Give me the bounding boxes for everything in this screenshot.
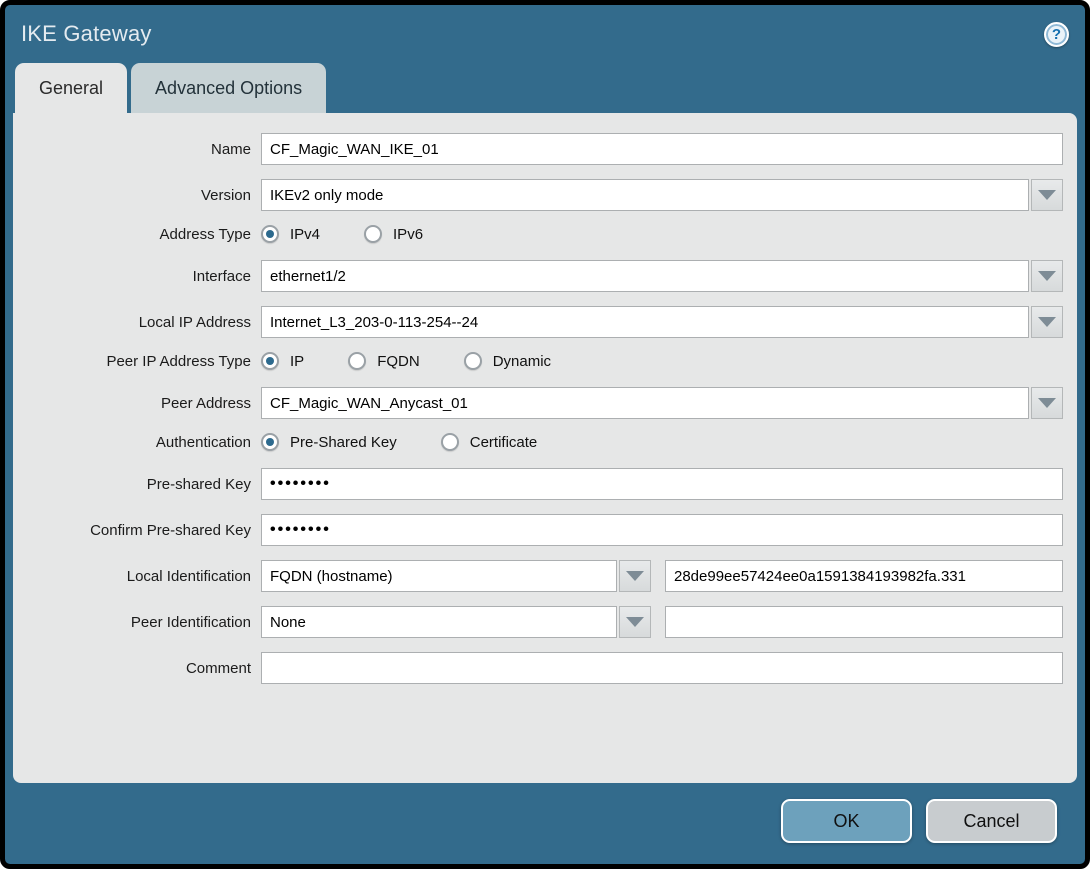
tab-bar: General Advanced Options — [5, 63, 1085, 113]
row-peer-identification: Peer Identification — [13, 606, 1063, 638]
local-identification-value-input[interactable] — [665, 560, 1063, 592]
cancel-button[interactable]: Cancel — [926, 799, 1057, 843]
radio-fqdn[interactable]: FQDN — [348, 352, 420, 370]
version-dropdown-button[interactable] — [1031, 179, 1063, 211]
radio-button-icon — [261, 433, 279, 451]
radio-button-icon — [440, 433, 459, 451]
row-peer-address: Peer Address — [13, 387, 1063, 419]
row-local-ip-address: Local IP Address — [13, 306, 1063, 338]
local-identification-dropdown-button[interactable] — [619, 560, 651, 592]
pre-shared-key-label: Pre-shared Key — [146, 475, 251, 493]
radio-ipv4[interactable]: IPv4 — [261, 225, 320, 243]
dialog-titlebar: IKE Gateway ? — [5, 5, 1085, 63]
ike-gateway-dialog: IKE Gateway ? General Advanced Options N… — [0, 0, 1090, 869]
chevron-down-icon — [626, 617, 644, 627]
radio-button-icon — [261, 352, 279, 370]
authentication-label: Authentication — [155, 433, 251, 451]
comment-label: Comment — [185, 659, 251, 677]
ok-button[interactable]: OK — [781, 799, 912, 843]
address-type-label: Address Type — [159, 225, 251, 243]
local-ip-address-select[interactable] — [261, 306, 1029, 338]
radio-ipv6[interactable]: IPv6 — [364, 225, 423, 243]
radio-certificate[interactable]: Certificate — [440, 433, 538, 451]
radio-ipv4-label: IPv4 — [290, 225, 321, 243]
peer-address-label: Peer Address — [160, 394, 251, 412]
row-confirm-pre-shared-key: Confirm Pre-shared Key — [13, 514, 1063, 546]
interface-select[interactable] — [261, 260, 1029, 292]
peer-address-select[interactable] — [261, 387, 1029, 419]
row-name: Name — [13, 133, 1063, 165]
radio-fqdn-label: FQDN — [377, 352, 420, 370]
radio-pre-shared-key-label: Pre-Shared Key — [290, 433, 397, 451]
confirm-pre-shared-key-input[interactable] — [261, 514, 1063, 546]
name-input[interactable] — [261, 133, 1063, 165]
row-comment: Comment — [13, 652, 1063, 684]
chevron-down-icon — [1038, 271, 1056, 281]
radio-button-icon — [364, 225, 383, 243]
radio-dynamic[interactable]: Dynamic — [463, 352, 552, 370]
row-address-type: Address Type IPv4 IPv6 — [13, 225, 1063, 243]
radio-button-icon — [463, 352, 482, 370]
radio-dynamic-label: Dynamic — [492, 352, 552, 370]
peer-address-dropdown-button[interactable] — [1031, 387, 1063, 419]
radio-button-icon — [261, 225, 279, 243]
chevron-down-icon — [1038, 398, 1056, 408]
radio-pre-shared-key[interactable]: Pre-Shared Key — [261, 433, 397, 451]
dialog-title: IKE Gateway — [21, 21, 152, 46]
version-select[interactable] — [261, 179, 1029, 211]
tab-general[interactable]: General — [15, 63, 128, 113]
local-identification-type-select[interactable] — [261, 560, 617, 592]
peer-ip-address-type-label: Peer IP Address Type — [106, 352, 251, 370]
general-tab-panel: Name Version Address Type — [13, 113, 1077, 783]
peer-identification-label: Peer Identification — [130, 613, 251, 631]
peer-identification-type-select[interactable] — [261, 606, 617, 638]
radio-ip[interactable]: IP — [261, 352, 304, 370]
row-interface: Interface — [13, 260, 1063, 292]
help-icon[interactable]: ? — [1044, 21, 1069, 47]
name-label: Name — [210, 140, 251, 158]
radio-ipv6-label: IPv6 — [393, 225, 424, 243]
row-authentication: Authentication Pre-Shared Key Certificat… — [13, 433, 1063, 451]
help-glyph: ? — [1051, 25, 1062, 43]
radio-ip-label: IP — [290, 352, 305, 370]
interface-label: Interface — [192, 267, 251, 285]
interface-dropdown-button[interactable] — [1031, 260, 1063, 292]
local-ip-address-label: Local IP Address — [138, 313, 251, 331]
local-ip-dropdown-button[interactable] — [1031, 306, 1063, 338]
peer-identification-dropdown-button[interactable] — [619, 606, 651, 638]
row-peer-ip-address-type: Peer IP Address Type IP FQDN Dynamic — [13, 352, 1063, 370]
radio-button-icon — [348, 352, 367, 370]
dialog-footer: OK Cancel — [5, 783, 1085, 859]
row-version: Version — [13, 179, 1063, 211]
pre-shared-key-input[interactable] — [261, 468, 1063, 500]
chevron-down-icon — [1038, 317, 1056, 327]
comment-input[interactable] — [261, 652, 1063, 684]
peer-identification-value-input[interactable] — [665, 606, 1063, 638]
confirm-pre-shared-key-label: Confirm Pre-shared Key — [90, 521, 251, 539]
row-local-identification: Local Identification — [13, 560, 1063, 592]
chevron-down-icon — [1038, 190, 1056, 200]
version-label: Version — [200, 186, 251, 204]
tab-advanced-options[interactable]: Advanced Options — [131, 63, 327, 113]
row-pre-shared-key: Pre-shared Key — [13, 468, 1063, 500]
chevron-down-icon — [626, 571, 644, 581]
local-identification-label: Local Identification — [126, 567, 251, 585]
radio-certificate-label: Certificate — [469, 433, 538, 451]
